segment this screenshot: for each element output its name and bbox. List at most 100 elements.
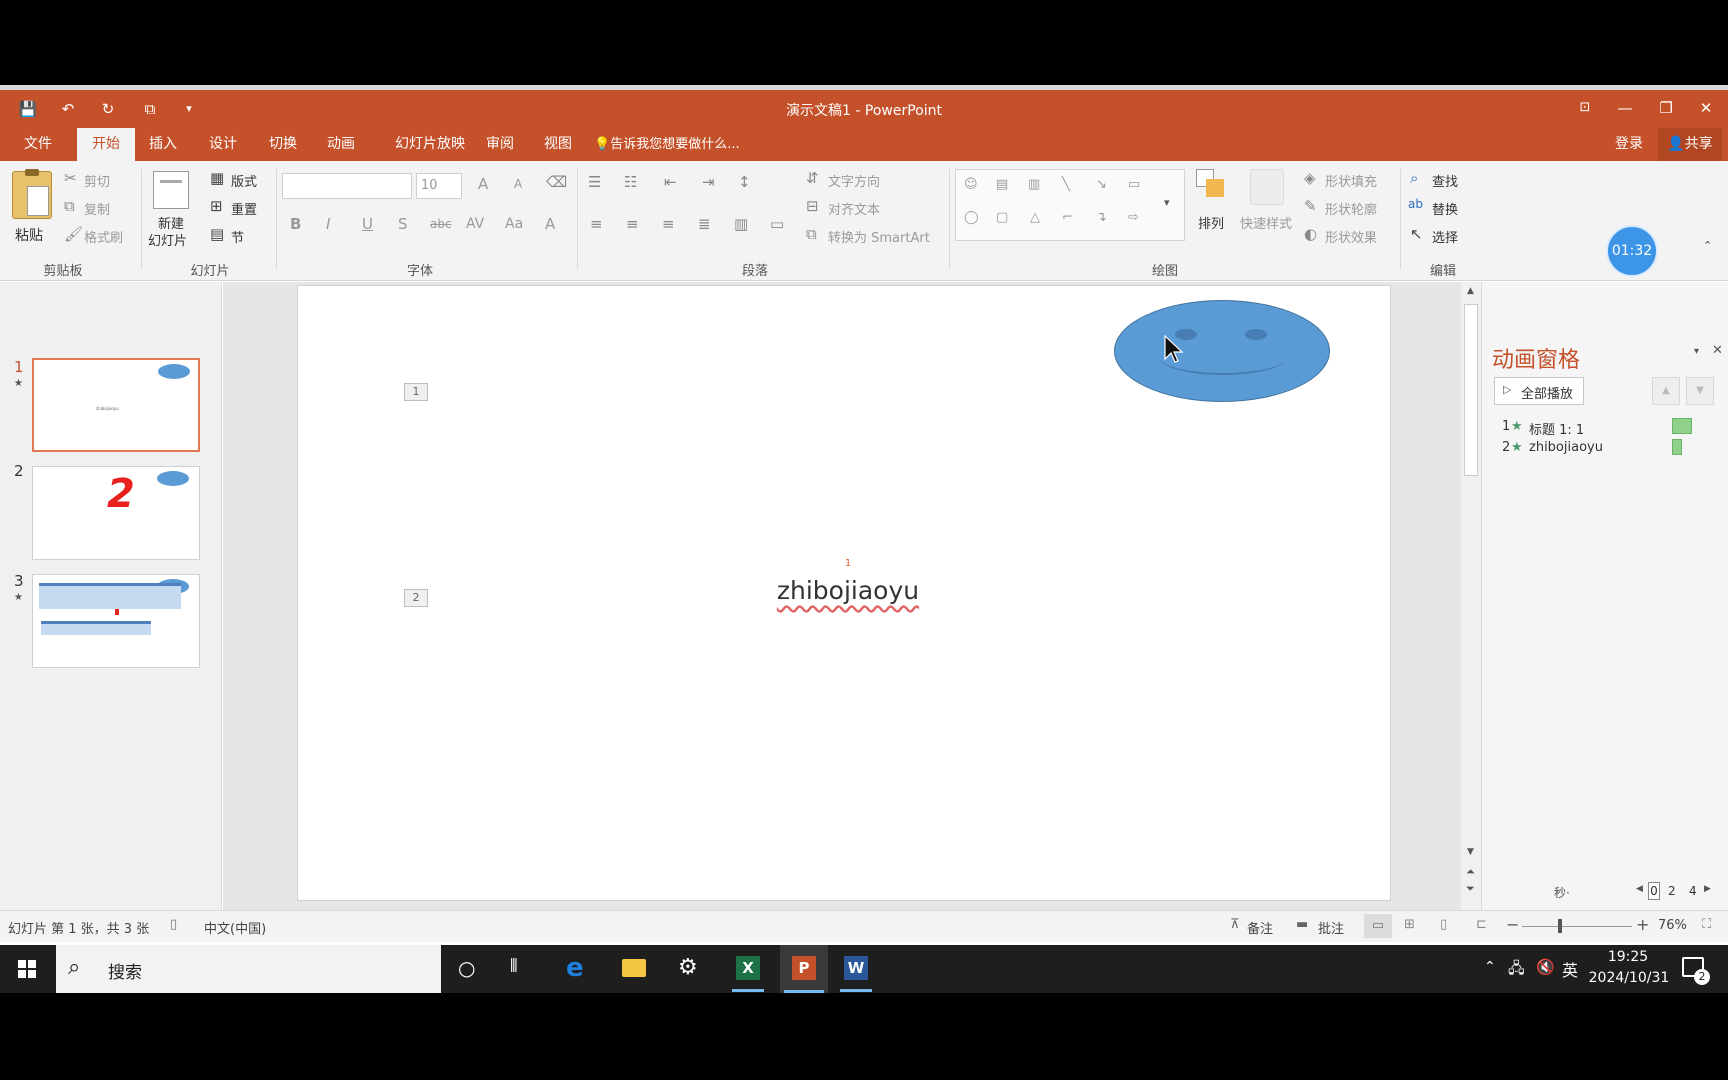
animation-item-2[interactable]: 2 ★ zhibojiaoyu xyxy=(1502,439,1722,459)
columns-icon[interactable]: ▥ xyxy=(734,215,748,233)
new-slide-icon[interactable] xyxy=(153,171,189,209)
quick-styles-icon[interactable] xyxy=(1250,169,1284,205)
triangle-shape-icon[interactable]: △ xyxy=(1030,210,1040,225)
reading-view-icon[interactable]: ▯ xyxy=(1440,917,1447,932)
slide-thumbnail-3[interactable] xyxy=(32,574,200,668)
notes-button[interactable]: 备注 xyxy=(1247,918,1273,937)
zoom-out-icon[interactable]: − xyxy=(1506,915,1519,934)
tab-insert[interactable]: 插入 xyxy=(141,128,185,161)
zoom-in-icon[interactable]: + xyxy=(1636,915,1649,934)
bold-button[interactable]: B xyxy=(290,215,301,233)
line-spacing-icon[interactable]: ↕ xyxy=(738,173,751,191)
minimize-button[interactable]: — xyxy=(1610,96,1640,120)
word-icon[interactable]: W xyxy=(844,956,868,980)
show-hidden-icons-icon[interactable]: ⌃ xyxy=(1484,959,1496,975)
find-button[interactable]: 查找 xyxy=(1432,171,1458,190)
font-name-box[interactable] xyxy=(282,173,412,199)
copy-button[interactable]: 复制 xyxy=(84,199,110,218)
arrow-line-shape-icon[interactable]: ↘ xyxy=(1096,177,1107,192)
shapes-gallery[interactable]: ☺ ▤ ▥ ╲ ↘ ▭ ◯ ▢ △ ⌐ ↴ ⇨ ▾ xyxy=(955,169,1185,241)
scroll-up-icon[interactable]: ▲ xyxy=(1467,286,1474,296)
shape-outline-button[interactable]: 形状轮廓 xyxy=(1325,199,1377,218)
cut-button[interactable]: 剪切 xyxy=(84,171,110,190)
arrange-label[interactable]: 排列 xyxy=(1198,213,1224,232)
network-icon[interactable]: 🖧 xyxy=(1508,958,1525,983)
clock-time[interactable]: 19:25 xyxy=(1590,949,1666,965)
slide-sorter-icon[interactable]: ⊞ xyxy=(1404,917,1415,932)
change-case-button[interactable]: Aa xyxy=(505,216,523,232)
comments-button[interactable]: 批注 xyxy=(1318,918,1344,937)
vtextbox-shape-icon[interactable]: ▥ xyxy=(1028,177,1040,192)
play-all-button[interactable]: ▷ 全部播放 xyxy=(1494,377,1584,405)
quick-styles-label[interactable]: 快速样式 xyxy=(1240,213,1292,232)
slide-counter[interactable]: 幻灯片 第 1 张，共 3 张 xyxy=(8,918,149,937)
settings-icon[interactable]: ⚙ xyxy=(678,955,698,980)
paste-icon[interactable] xyxy=(12,169,52,219)
shrink-font-button[interactable]: A xyxy=(514,177,522,191)
zoom-level[interactable]: 76% xyxy=(1658,918,1687,933)
collapse-ribbon-icon[interactable]: ⌃ xyxy=(1703,239,1712,252)
underline-button[interactable]: U xyxy=(362,215,373,233)
scroll-down-icon[interactable]: ▼ xyxy=(1467,847,1474,857)
oval-shape-icon[interactable]: ◯ xyxy=(964,210,979,225)
input-method-indicator[interactable]: 英 xyxy=(1562,957,1578,981)
excel-icon[interactable]: X xyxy=(736,956,760,980)
animation-tag-1[interactable]: 1 xyxy=(404,383,428,401)
tab-review[interactable]: 审阅 xyxy=(476,128,524,161)
font-color-button[interactable]: A xyxy=(545,215,555,233)
powerpoint-taskbar-item[interactable]: P xyxy=(780,945,828,993)
rounded-rect-shape-icon[interactable]: ▢ xyxy=(996,210,1008,225)
clock-date[interactable]: 2024/10/31 xyxy=(1584,970,1674,986)
slide-thumbnail-1[interactable]: zhibojiaoyu xyxy=(32,358,200,452)
paste-label[interactable]: 粘贴 xyxy=(15,225,43,245)
tab-design[interactable]: 设计 xyxy=(200,128,246,161)
arrange-icon[interactable] xyxy=(1196,169,1230,203)
signin-link[interactable]: 登录 xyxy=(1608,128,1650,161)
slideshow-view-icon[interactable]: ⊏ xyxy=(1476,917,1487,932)
format-painter-button[interactable]: 格式刷 xyxy=(84,227,123,246)
strikethrough-button[interactable]: abc xyxy=(430,217,452,231)
volume-muted-icon[interactable]: 🔇 xyxy=(1536,958,1555,976)
rectangle-shape-icon[interactable]: ▭ xyxy=(1128,177,1140,192)
select-button[interactable]: 选择 xyxy=(1432,227,1458,246)
textbox-shape-icon[interactable]: ▤ xyxy=(996,177,1008,192)
numbering-icon[interactable]: ☷ xyxy=(624,173,637,191)
prev-slide-icon[interactable]: ⏶ xyxy=(1466,865,1475,879)
vertical-scrollbar[interactable]: ▲ ▼ ⏶ ⏷ xyxy=(1461,282,1481,910)
close-button[interactable]: ✕ xyxy=(1691,96,1721,120)
windows-start-icon[interactable] xyxy=(18,960,36,978)
task-view-icon[interactable]: ⫴ xyxy=(510,956,518,977)
right-arrow-shape-icon[interactable]: ⇨ xyxy=(1128,210,1139,225)
smiley-face-shape[interactable] xyxy=(1114,300,1330,402)
tab-file[interactable]: 文件 xyxy=(10,128,66,161)
clear-format-icon[interactable]: ⌫ xyxy=(546,173,567,191)
zoom-slider-thumb[interactable] xyxy=(1558,919,1562,933)
ribbon-display-icon[interactable]: ⊡ xyxy=(1570,96,1600,120)
increase-indent-icon[interactable]: ⇥ xyxy=(702,173,715,191)
next-slide-icon[interactable]: ⏷ xyxy=(1466,882,1475,896)
new-slide-label2[interactable]: 幻灯片 xyxy=(148,230,187,249)
layout-button[interactable]: 版式 xyxy=(231,171,257,190)
slide-thumbnail-2[interactable]: 2 xyxy=(32,466,200,560)
elbow-arrow-shape-icon[interactable]: ↴ xyxy=(1096,210,1107,225)
animation-item-1[interactable]: 1 ★ 标题 1: 1 xyxy=(1502,418,1722,438)
italic-button[interactable]: I xyxy=(326,215,330,233)
smiley-shape-icon[interactable]: ☺ xyxy=(964,177,978,192)
tell-me-box[interactable]: 💡告诉我您想要做什么... xyxy=(594,128,764,161)
align-left-icon[interactable]: ≡ xyxy=(590,215,603,233)
seconds-dropdown[interactable]: 秒· xyxy=(1554,884,1570,901)
distribute-icon[interactable]: ▭ xyxy=(770,215,784,233)
pane-options-icon[interactable]: ▾ xyxy=(1694,346,1699,357)
section-button[interactable]: 节 xyxy=(231,227,244,246)
pane-close-icon[interactable]: ✕ xyxy=(1712,343,1723,358)
scroll-thumb[interactable] xyxy=(1464,304,1478,476)
text-direction-button[interactable]: 文字方向 xyxy=(828,171,880,190)
fit-to-window-icon[interactable]: ⛶ xyxy=(1702,917,1711,932)
convert-smartart-button[interactable]: 转换为 SmartArt xyxy=(828,227,930,246)
elbow-connector-shape-icon[interactable]: ⌐ xyxy=(1062,210,1073,225)
timeline-left-icon[interactable]: ◀ xyxy=(1636,884,1643,894)
taskbar-search-box[interactable]: ⌕ 搜索 xyxy=(56,945,441,993)
edge-icon[interactable]: e xyxy=(566,953,584,983)
slide-canvas[interactable]: 1 2 1 zhibojiaoyu xyxy=(297,285,1391,901)
shadow-button[interactable]: S xyxy=(398,215,408,233)
